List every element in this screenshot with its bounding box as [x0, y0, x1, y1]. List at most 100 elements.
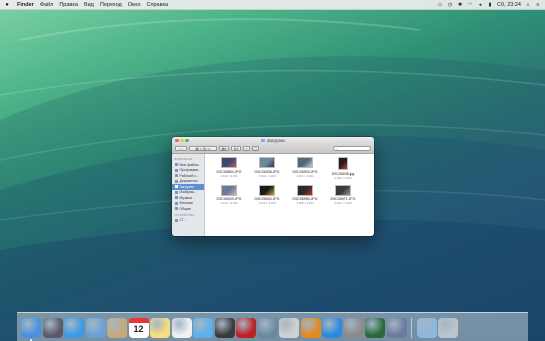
finder-titlebar[interactable]: Загрузки [172, 137, 374, 144]
facetime-icon[interactable] [214, 318, 235, 338]
trash-icon[interactable] [438, 318, 458, 338]
file-dimensions: 3 488 × 3 264 [296, 201, 314, 205]
sidebar-item-label: Изображ... [179, 190, 197, 195]
menu-finder[interactable]: Finder [14, 2, 37, 8]
sidebar-item-label: Общие [179, 206, 192, 211]
safari-icon[interactable] [64, 318, 84, 338]
itunes-icon[interactable] [279, 318, 299, 338]
time-machine-icon[interactable]: ◷ [447, 2, 453, 8]
calendar-icon[interactable]: 12 [128, 318, 149, 338]
sidebar-item-label: Мои файлы [179, 162, 199, 167]
sidebar-folder-icon [175, 174, 178, 178]
dock-separator [411, 318, 412, 338]
calendar-day: 12 [133, 324, 144, 334]
sidebar-folder-icon [175, 179, 178, 183]
sidebar-item-label: Рабочий с... [179, 173, 199, 178]
file-dimensions: 4 912 × 3 264 [220, 173, 238, 178]
tag-button[interactable]: ◯ [252, 145, 259, 152]
file-item[interactable]: DSC06971.JPG 4 912 × 3 264 [324, 184, 362, 205]
menubar-clock[interactable]: Сб, 23:24 [497, 2, 521, 8]
sidebar-folder-icon [175, 201, 178, 205]
downloads-folder-icon[interactable] [416, 318, 437, 338]
menu-window[interactable]: Окно [125, 2, 144, 8]
menu-edit[interactable]: Правка [56, 2, 81, 8]
share-button[interactable]: ⇪ [243, 145, 250, 152]
zoom-icon[interactable] [185, 138, 189, 143]
finder-toolbar: ‹ › ▦ ≡ ▥ ▭ ▦▾ ⚙▾ ⇪ ◯ ⌕ [172, 144, 374, 154]
file-item[interactable]: DSC06939.JPG 4 912 × 3 264 [210, 184, 248, 205]
messages-icon[interactable] [193, 318, 213, 338]
wifi-icon[interactable]: ◠ [467, 2, 473, 8]
sidebar-item-label: Документы [179, 179, 198, 184]
sidebar-device-item[interactable]: 17... [172, 218, 204, 224]
image-thumbnail [259, 184, 275, 196]
sidebar-folder-icon [175, 163, 178, 167]
close-icon[interactable] [175, 138, 179, 143]
image-thumbnail [259, 157, 275, 168]
file-item[interactable]: DSC06950.JPG 3 488 × 3 264 [286, 184, 324, 205]
iphoto-icon[interactable] [257, 318, 278, 338]
file-grid: DSC06894.JPG 4 912 × 3 264 DSC06936.JPG 4 9… [210, 157, 369, 205]
display-icon[interactable]: ▭ [437, 2, 443, 8]
image-thumbnail [338, 157, 348, 170]
app-store-icon[interactable] [322, 318, 342, 338]
file-item[interactable]: DSC06938.jpg 2 184 × 3 264 [324, 157, 362, 180]
sidebar-item-label: Загрузки [179, 184, 194, 189]
disk-icon [175, 218, 178, 222]
bluetooth-icon[interactable]: ✱ [457, 2, 463, 8]
image-thumbnail [221, 184, 237, 196]
image-thumbnail [335, 184, 351, 196]
sidebar-item-label: Фильмы [179, 201, 193, 206]
notes-icon[interactable] [150, 318, 170, 338]
sidebar-folder-icon [175, 185, 178, 189]
file-dimensions: 2 184 × 3 264 [334, 175, 352, 180]
ibooks-icon[interactable] [300, 318, 321, 338]
image-thumbnail [221, 157, 237, 168]
view-mode-buttons[interactable]: ▦ ≡ ▥ ▭ [189, 145, 217, 152]
contacts-icon[interactable] [107, 318, 127, 338]
finder-icon[interactable] [21, 318, 41, 341]
menu-help[interactable]: Справка [144, 2, 172, 8]
spotlight-icon[interactable]: ⌕ [525, 2, 531, 8]
minimize-icon[interactable] [180, 138, 184, 143]
reminders-icon[interactable] [171, 318, 192, 338]
menu-file[interactable]: Файл [37, 2, 57, 8]
file-item[interactable]: DSC06940.JPG 4 912 × 3 264 [248, 184, 286, 205]
menu-bar: ● Finder Файл Правка Вид Переход Окно Сп… [0, 0, 545, 10]
action-button[interactable]: ⚙▾ [231, 145, 241, 152]
sidebar-item-label: Программы [179, 168, 199, 173]
sidebar-folder-icon [175, 207, 178, 211]
file-item[interactable]: DSC06936.JPG 4 912 × 3 264 [248, 157, 286, 180]
photo-booth-icon[interactable] [236, 318, 256, 338]
window-title: Загрузки [266, 138, 285, 143]
file-dimensions: 4 912 × 3 264 [258, 173, 276, 178]
finder-window: Загрузки ‹ › ▦ ≡ ▥ ▭ ▦▾ ⚙▾ ⇪ ◯ ⌕ ИЗБРАНН… [172, 137, 374, 236]
image-thumbnail [297, 184, 313, 196]
file-item[interactable]: DSC06894.JPG 4 912 × 3 264 [210, 157, 248, 180]
volume-icon[interactable]: ◂ [477, 2, 483, 8]
sidebar-folder-icon [175, 168, 178, 172]
launchpad-icon[interactable] [42, 318, 63, 338]
back-forward-buttons[interactable]: ‹ › [175, 145, 187, 152]
sidebar-item-label: Музыка [179, 195, 192, 200]
boot-camp-icon[interactable] [386, 318, 407, 338]
menu-go[interactable]: Переход [97, 2, 125, 8]
menu-view[interactable]: Вид [81, 2, 97, 8]
finder-sidebar: ИЗБРАННОЕ Мои файлы Программы Рабочий с...… [172, 154, 205, 236]
time-machine-icon[interactable] [365, 318, 385, 338]
apple-menu-icon[interactable]: ● [0, 2, 14, 8]
image-thumbnail [297, 157, 313, 168]
file-area: DSC06894.JPG 4 912 × 3 264 DSC06936.JPG 4 9… [205, 154, 374, 236]
system-preferences-icon[interactable] [343, 318, 364, 338]
file-dimensions: 4 912 × 3 264 [296, 173, 314, 178]
battery-icon[interactable]: ▮ [487, 2, 493, 8]
folder-icon [261, 139, 266, 142]
arrange-button[interactable]: ▦▾ [219, 145, 229, 152]
notification-center-icon[interactable]: ≡ [535, 2, 541, 8]
file-dimensions: 4 912 × 3 264 [220, 201, 238, 205]
status-area: ▭ ◷ ✱ ◠ ◂ ▮ Сб, 23:24 ⌕ ≡ [437, 2, 545, 8]
window-controls [175, 138, 189, 143]
search-field[interactable]: ⌕ [333, 145, 371, 152]
mail-icon[interactable] [85, 318, 106, 338]
file-item[interactable]: DSC06933.JPG 4 912 × 3 264 [286, 157, 324, 180]
